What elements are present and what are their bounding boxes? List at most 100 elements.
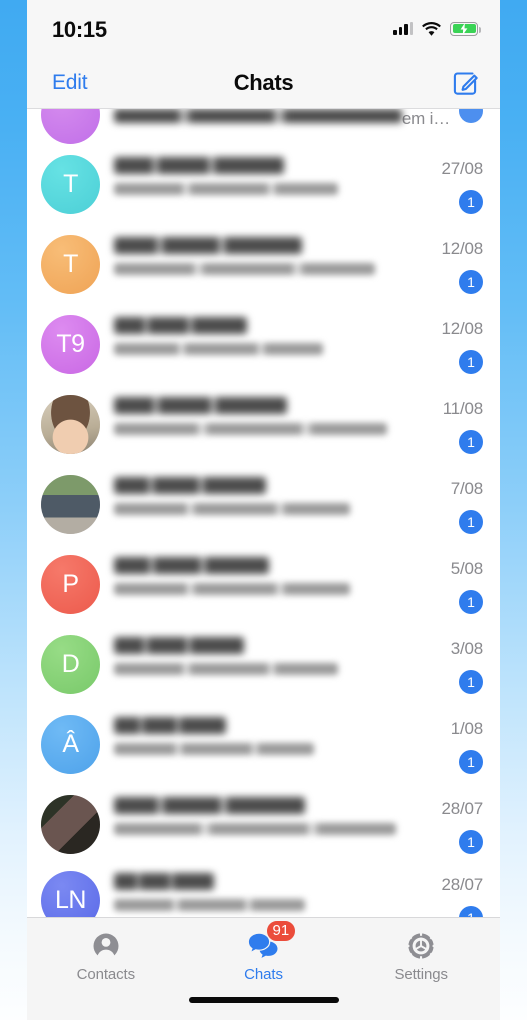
avatar xyxy=(41,109,100,144)
chat-list-item[interactable]: P 5/08 1 xyxy=(27,545,500,625)
tab-contacts[interactable]: Contacts xyxy=(27,918,185,990)
chat-list-item[interactable]: 11/08 1 xyxy=(27,385,500,465)
chats-unread-badge: 91 xyxy=(265,920,297,942)
chat-item-name xyxy=(114,477,266,494)
avatar-initials: P xyxy=(62,570,79,598)
chat-item-date: 28/07 xyxy=(441,875,483,894)
chat-list-item[interactable]: T 27/08 1 xyxy=(27,145,500,225)
chat-item-meta: 7/08 1 xyxy=(417,465,483,534)
chat-item-text xyxy=(114,305,417,355)
chat-list-item[interactable]: LN 28/07 1 xyxy=(27,865,500,917)
edit-button[interactable]: Edit xyxy=(52,71,88,95)
chat-list-item[interactable]: 28/07 1 xyxy=(27,785,500,865)
status-bar-indicators xyxy=(393,21,481,36)
unread-badge: 1 xyxy=(459,670,483,694)
chat-item-text xyxy=(114,385,417,435)
avatar-initials: T9 xyxy=(56,330,85,358)
tab-chats-label: Chats xyxy=(244,966,283,983)
chat-item-text xyxy=(114,625,417,675)
gear-icon xyxy=(404,931,438,961)
chat-item-date: 5/08 xyxy=(450,559,483,578)
chat-item-name xyxy=(114,797,305,814)
chat-item-date: 7/08 xyxy=(450,479,483,498)
avatar-initials: Â xyxy=(62,730,79,758)
chat-item-preview xyxy=(114,583,351,595)
chat-item-name xyxy=(114,109,402,123)
wifi-icon xyxy=(422,21,441,36)
chat-item-preview xyxy=(114,343,324,355)
chat-list-item[interactable]: em i… xyxy=(27,109,500,145)
chat-item-date: 11/08 xyxy=(442,399,483,418)
chat-item-date: 12/08 xyxy=(441,319,483,338)
chat-list-item[interactable]: T9 12/08 1 xyxy=(27,305,500,385)
home-indicator[interactable] xyxy=(188,997,339,1003)
avatar-initials: T xyxy=(63,250,78,278)
chat-item-text xyxy=(114,545,417,595)
tab-bar: Contacts 91 Chats Settings xyxy=(27,917,500,1020)
avatar-initials: T xyxy=(63,170,78,198)
car-photo xyxy=(41,475,100,534)
person-circle-icon xyxy=(89,931,123,961)
chat-item-name xyxy=(114,717,227,734)
chat-item-name xyxy=(114,873,214,890)
chat-list-item[interactable]: Â 1/08 1 xyxy=(27,705,500,785)
tab-contacts-label: Contacts xyxy=(76,966,136,983)
chat-item-meta: 28/07 1 xyxy=(417,865,483,917)
tab-settings-label: Settings xyxy=(394,966,448,983)
avatar xyxy=(41,795,100,854)
unread-badge: 1 xyxy=(459,270,483,294)
unread-badge xyxy=(459,109,483,123)
chat-item-name xyxy=(114,557,269,574)
chat-item-meta: 11/08 1 xyxy=(417,385,483,454)
chat-item-meta: 1/08 1 xyxy=(417,705,483,774)
tab-settings[interactable]: Settings xyxy=(342,918,500,990)
chat-item-preview xyxy=(114,183,339,195)
chat-item-preview xyxy=(114,743,314,755)
chat-item-date: 12/08 xyxy=(441,239,483,258)
chat-item-date: 3/08 xyxy=(450,639,483,658)
cellular-signal-icon xyxy=(393,22,413,35)
chat-item-preview xyxy=(114,503,351,515)
chat-item-name xyxy=(114,157,284,174)
page-title: Chats xyxy=(233,69,294,95)
avatar: LN xyxy=(41,871,100,917)
chat-item-meta: 5/08 1 xyxy=(417,545,483,614)
navigation-bar: Edit Chats xyxy=(27,57,500,109)
compose-icon[interactable] xyxy=(452,69,480,97)
chat-item-name xyxy=(114,237,302,254)
avatar: T xyxy=(41,155,100,214)
battery-charging-icon xyxy=(450,21,481,36)
unread-badge: 1 xyxy=(459,350,483,374)
chat-item-preview xyxy=(114,423,387,435)
chat-list-item[interactable]: 7/08 1 xyxy=(27,465,500,545)
chat-list-item[interactable]: D 3/08 1 xyxy=(27,625,500,705)
unread-badge: 1 xyxy=(459,906,483,917)
chat-item-meta: 3/08 1 xyxy=(417,625,483,694)
chat-item-preview xyxy=(114,823,396,835)
avatar-initials: D xyxy=(61,650,80,678)
chat-item-text xyxy=(114,785,417,835)
chat-item-preview xyxy=(114,263,375,275)
unread-badge: 1 xyxy=(459,830,483,854)
chat-item-name xyxy=(114,397,287,414)
chat-item-date: em i… xyxy=(401,109,450,128)
chat-list-item[interactable]: T 12/08 1 xyxy=(27,225,500,305)
chat-item-preview xyxy=(114,663,339,675)
chat-item-meta: 28/07 1 xyxy=(417,785,483,854)
dark-sign-1893-photo xyxy=(41,795,100,854)
chat-item-date: 1/08 xyxy=(450,719,483,738)
status-bar: 10:15 xyxy=(27,0,500,57)
chat-item-text xyxy=(114,109,402,129)
chat-item-meta: 12/08 1 xyxy=(417,225,483,294)
tab-chats[interactable]: 91 Chats xyxy=(185,918,343,990)
chat-item-text xyxy=(114,705,417,755)
unread-badge: 1 xyxy=(459,190,483,214)
chat-item-name xyxy=(114,317,248,334)
chat-list[interactable]: em i… T 27/08 1 T 12/08 1 T9 12/08 1 11/… xyxy=(27,109,500,917)
avatar xyxy=(41,395,100,454)
avatar: T9 xyxy=(41,315,100,374)
chat-item-text xyxy=(114,225,417,275)
avatar xyxy=(41,475,100,534)
chat-item-meta: 27/08 1 xyxy=(417,145,483,214)
avatar-initials: LN xyxy=(55,886,86,914)
